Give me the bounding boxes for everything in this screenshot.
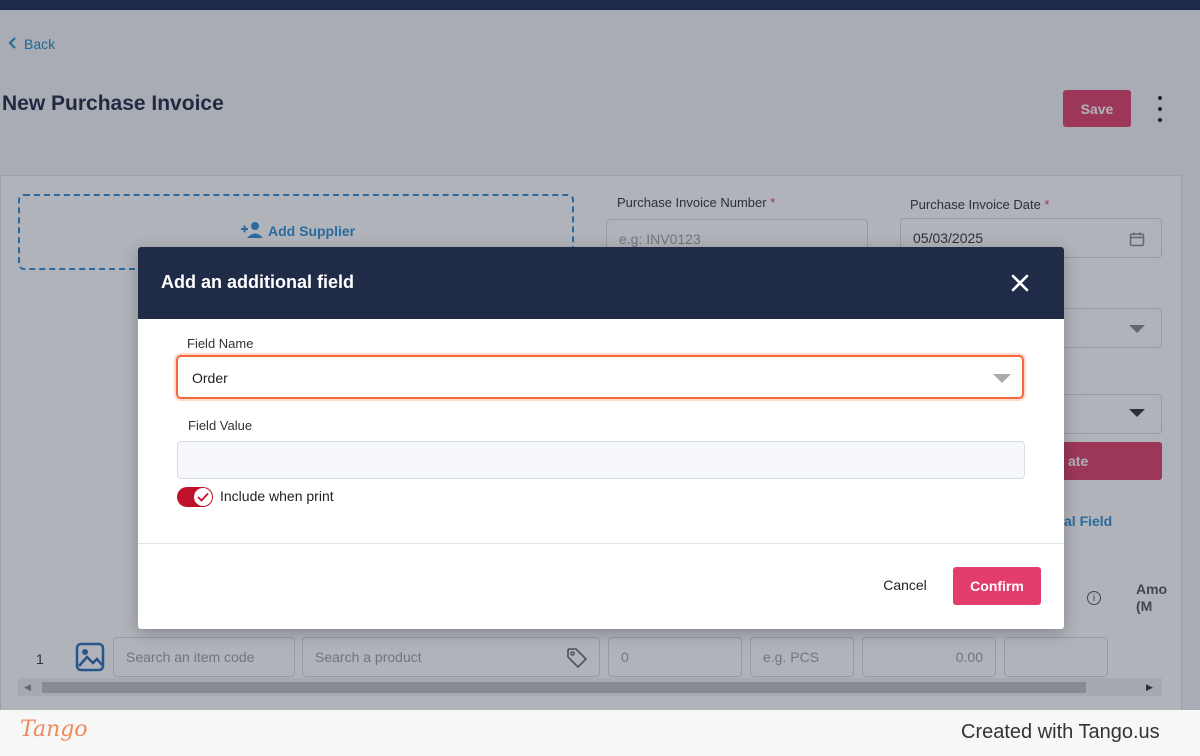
field-name-select[interactable]: Order <box>176 355 1024 399</box>
field-value-label: Field Value <box>188 418 253 433</box>
chevron-down-icon <box>993 374 1011 383</box>
modal-header: Add an additional field <box>138 247 1064 319</box>
field-name-value: Order <box>192 370 228 386</box>
field-name-label: Field Name <box>187 336 254 351</box>
toggle-knob <box>194 488 212 506</box>
modal-divider <box>138 543 1064 544</box>
tango-logo: Tango <box>20 717 88 742</box>
additional-field-modal: Add an additional field Field Name Order… <box>138 247 1064 629</box>
include-when-print-toggle[interactable] <box>177 487 213 507</box>
top-bar <box>0 0 1200 10</box>
footer: Tango Created with Tango.us <box>0 710 1200 756</box>
created-with-text: Created with Tango.us <box>961 721 1160 743</box>
include-when-print-label: Include when print <box>220 488 334 504</box>
field-value-input[interactable] <box>177 441 1025 479</box>
close-icon[interactable] <box>1010 273 1030 293</box>
confirm-button[interactable]: Confirm <box>953 567 1041 605</box>
cancel-button[interactable]: Cancel <box>868 567 942 603</box>
modal-title: Add an additional field <box>161 272 354 292</box>
